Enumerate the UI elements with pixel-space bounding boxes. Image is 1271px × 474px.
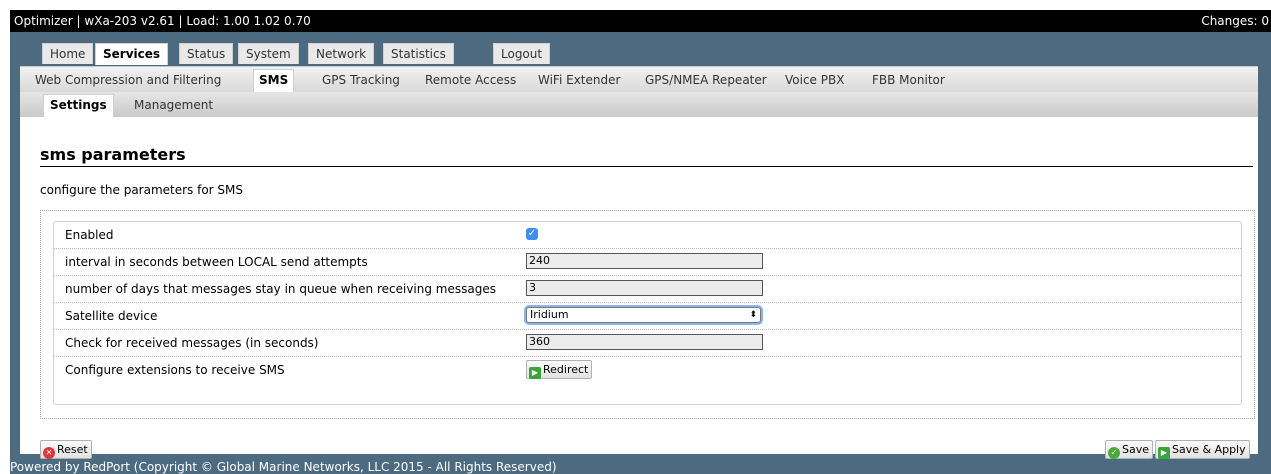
tab-home[interactable]: Home: [42, 43, 94, 64]
apply-icon: ▶: [1158, 447, 1170, 459]
tab-voice-pbx[interactable]: Voice PBX: [780, 70, 849, 90]
tab-remote-access[interactable]: Remote Access: [420, 70, 521, 90]
parameters-table: Enabled ✓ interval in seconds between LO…: [53, 221, 1242, 405]
tab-settings[interactable]: Settings: [43, 94, 114, 117]
redirect-icon: ▶: [529, 367, 541, 379]
title-bar: Optimizer | wXa-203 v2.61 | Load: 1.00 1…: [10, 10, 1271, 32]
tab-logout[interactable]: Logout: [493, 43, 551, 64]
row-satellite: Satellite device Iridium ⬍: [54, 303, 1241, 330]
satellite-label: Satellite device: [65, 309, 158, 323]
satellite-value: Iridium: [530, 308, 569, 321]
extensions-label: Configure extensions to receive SMS: [65, 363, 285, 377]
save-check-icon: ✓: [1108, 447, 1120, 459]
row-interval: interval in seconds between LOCAL send a…: [54, 249, 1241, 276]
interval-input[interactable]: 240: [526, 253, 763, 269]
reset-button[interactable]: ✕ Reset: [40, 440, 92, 459]
row-check-received: Check for received messages (in seconds)…: [54, 330, 1241, 357]
tab-gps-tracking[interactable]: GPS Tracking: [317, 70, 405, 90]
enabled-checkbox[interactable]: ✓: [526, 228, 538, 240]
row-enabled: Enabled ✓: [54, 222, 1241, 249]
service-tabs: Web Compression and Filtering SMS GPS Tr…: [20, 66, 1258, 92]
save-label: Save: [1122, 443, 1150, 456]
tab-management[interactable]: Management: [128, 95, 219, 115]
row-extensions: Configure extensions to receive SMS ▶ Red…: [54, 357, 1241, 383]
section-description: configure the parameters for SMS: [40, 183, 244, 197]
section-title: sms parameters: [40, 145, 186, 164]
satellite-select[interactable]: Iridium ⬍: [526, 307, 761, 323]
row-queue-days: number of days that messages stay in que…: [54, 276, 1241, 303]
reset-icon: ✕: [43, 447, 55, 459]
tab-services[interactable]: Services: [95, 43, 169, 65]
interval-label: interval in seconds between LOCAL send a…: [65, 255, 368, 269]
redirect-button[interactable]: ▶ Redirect: [526, 360, 593, 379]
tab-gps-nmea-repeater[interactable]: GPS/NMEA Repeater: [640, 70, 772, 90]
queue-days-input[interactable]: 3: [526, 280, 763, 296]
select-arrows-icon: ⬍: [749, 310, 757, 320]
save-apply-button[interactable]: ▶ Save & Apply: [1155, 440, 1250, 459]
title-text: Optimizer | wXa-203 v2.61 | Load: 1.00 1…: [14, 14, 311, 28]
title-divider: [40, 166, 1253, 167]
enabled-label: Enabled: [65, 228, 114, 242]
tab-fbb-monitor[interactable]: FBB Monitor: [867, 70, 950, 90]
check-received-label: Check for received messages (in seconds): [65, 336, 319, 350]
content-panel: sms parameters configure the parameters …: [20, 117, 1258, 454]
reset-label: Reset: [57, 443, 88, 456]
footer-copyright: Powered by RedPort (Copyright © Global M…: [10, 460, 557, 474]
queue-days-label: number of days that messages stay in que…: [65, 282, 496, 296]
tab-sms[interactable]: SMS: [253, 69, 295, 92]
changes-counter[interactable]: Changes: 0: [1201, 14, 1269, 28]
tab-web-compression[interactable]: Web Compression and Filtering: [30, 70, 226, 90]
app-frame: Optimizer | wXa-203 v2.61 | Load: 1.00 1…: [10, 10, 1271, 474]
tab-status[interactable]: Status: [179, 43, 234, 64]
redirect-label: Redirect: [543, 363, 589, 376]
parameters-fieldset: Enabled ✓ interval in seconds between LO…: [40, 210, 1255, 419]
tab-statistics[interactable]: Statistics: [383, 43, 454, 64]
sub-tabs: Settings Management: [20, 92, 1258, 117]
save-button[interactable]: ✓ Save: [1105, 440, 1154, 459]
save-apply-label: Save & Apply: [1172, 443, 1246, 456]
tab-network[interactable]: Network: [308, 43, 375, 64]
tab-wifi-extender[interactable]: WiFi Extender: [533, 70, 625, 90]
tab-system[interactable]: System: [238, 43, 299, 64]
check-received-input[interactable]: 360: [526, 334, 763, 350]
